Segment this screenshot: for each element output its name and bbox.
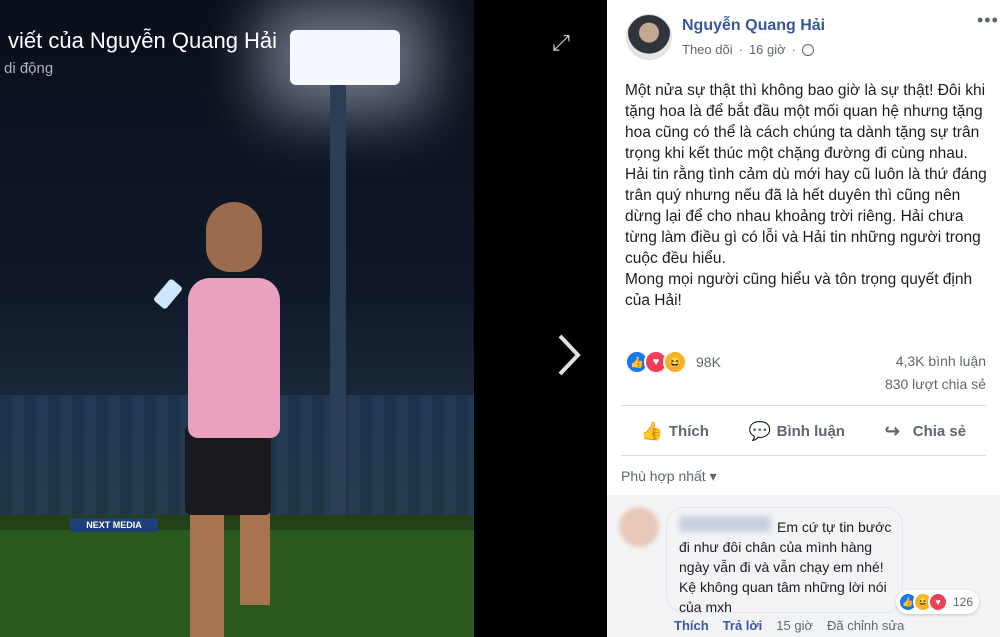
viewer-title: viết của Nguyễn Quang Hải bbox=[8, 28, 278, 53]
comment-reactions[interactable]: 👍 😆 ♥ 126 bbox=[896, 590, 980, 614]
haha-reaction-icon: 😆 bbox=[663, 350, 687, 374]
author-name[interactable]: Nguyễn Quang Hải bbox=[682, 17, 825, 35]
post-paragraph: Một nửa sự thật thì không bao giờ là sự … bbox=[625, 82, 986, 162]
post-paragraph: Mong mọi người cũng hiểu và tôn trọng qu… bbox=[625, 271, 973, 309]
like-label: Thích bbox=[668, 422, 709, 440]
comment-edited-label[interactable]: Đã chỉnh sửa bbox=[827, 618, 904, 633]
water-bottle bbox=[152, 278, 184, 310]
post-time[interactable]: 16 giờ bbox=[749, 42, 786, 57]
player-leg bbox=[240, 510, 270, 605]
post-actions: 👍 Thích 💬 Bình luận ↪ Chia sẻ bbox=[621, 411, 986, 451]
expand-icon[interactable]: ⤢ bbox=[549, 31, 573, 55]
shares-count[interactable]: 830 lượt chia sẻ bbox=[885, 376, 986, 392]
author-avatar[interactable] bbox=[626, 14, 672, 60]
reaction-summary[interactable]: 👍 ♥ 😆 98K bbox=[625, 350, 721, 374]
comment-like-link[interactable]: Thích bbox=[674, 618, 709, 633]
player-head bbox=[206, 202, 262, 272]
comment-button[interactable]: 💬 Bình luận bbox=[749, 421, 845, 441]
comment-icon: 💬 bbox=[748, 421, 772, 441]
comment-list: Em cứ tự tin bước đi như đôi chân của mì… bbox=[607, 495, 1000, 637]
share-icon: ↪ bbox=[884, 421, 900, 441]
comment-reaction-count: 126 bbox=[953, 595, 974, 609]
divider bbox=[621, 405, 986, 406]
sort-label: Phù hợp nhất bbox=[621, 468, 706, 484]
globe-icon bbox=[802, 43, 814, 56]
comments-count[interactable]: 4,3K bình luận bbox=[896, 353, 986, 369]
caret-down-icon: ▾ bbox=[709, 468, 717, 484]
player-leg bbox=[190, 510, 224, 637]
post-meta: Theo dõi · 16 giờ · bbox=[682, 42, 814, 57]
comment-label: Bình luận bbox=[776, 422, 845, 440]
post-body: Một nửa sự thật thì không bao giờ là sự … bbox=[625, 80, 987, 311]
comment-text: Em cứ tự tin bước đi như đôi chân của mì… bbox=[679, 519, 892, 615]
comment-bubble: Em cứ tự tin bước đi như đôi chân của mì… bbox=[666, 507, 903, 615]
next-arrow-icon[interactable] bbox=[552, 330, 586, 380]
love-reaction-icon: ♥ bbox=[928, 592, 948, 612]
meta-separator: · bbox=[791, 42, 796, 57]
floodlight bbox=[290, 30, 400, 85]
share-label: Chia sẻ bbox=[912, 422, 967, 440]
like-button[interactable]: 👍 Thích bbox=[641, 421, 709, 441]
comment-reply-link[interactable]: Trả lời bbox=[723, 618, 763, 633]
player-jersey bbox=[188, 278, 280, 438]
pitch bbox=[0, 530, 474, 637]
reaction-count: 98K bbox=[696, 354, 721, 370]
meta-separator: · bbox=[738, 42, 743, 57]
post-photo[interactable]: NEXT MEDIA bbox=[0, 0, 474, 637]
thumbs-up-icon: 👍 bbox=[640, 421, 664, 441]
post-sidebar: Nguyễn Quang Hải Theo dõi · 16 giờ · •••… bbox=[607, 0, 1000, 637]
post-paragraph: Hải tin rằng tình cảm dù mới hay cũ luôn… bbox=[625, 166, 987, 267]
commenter-avatar[interactable] bbox=[619, 507, 659, 547]
divider bbox=[621, 455, 986, 456]
comment-actions: Thích Trả lời 15 giờ Đã chỉnh sửa bbox=[674, 618, 904, 633]
viewer-subtitle: di động bbox=[4, 60, 54, 77]
ad-banner: NEXT MEDIA bbox=[70, 518, 158, 532]
floodlight-pole bbox=[330, 85, 346, 515]
share-button[interactable]: ↪ Chia sẻ bbox=[885, 421, 966, 441]
more-options-icon[interactable]: ••• bbox=[977, 10, 999, 31]
player-shorts bbox=[185, 425, 271, 515]
comment-sort-dropdown[interactable]: Phù hợp nhất ▾ bbox=[621, 468, 717, 485]
follow-link[interactable]: Theo dõi bbox=[682, 42, 733, 57]
comment-time[interactable]: 15 giờ bbox=[776, 618, 813, 633]
photo-viewer: NEXT MEDIA viết của Nguyễn Quang Hải di … bbox=[0, 0, 607, 637]
